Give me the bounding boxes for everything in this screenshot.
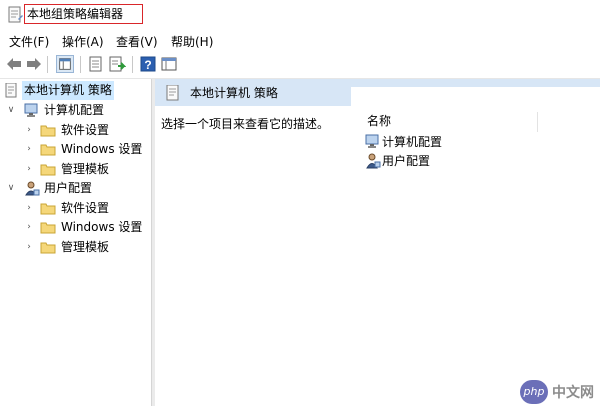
tree-item-label: Windows 设置 — [61, 220, 143, 234]
tree-item-software-settings[interactable]: › 软件设置 — [0, 121, 150, 140]
svg-text:?: ? — [144, 58, 151, 72]
header-background — [351, 87, 371, 106]
extended-view-icon[interactable] — [160, 55, 178, 73]
column-header-label: 名称 — [367, 114, 392, 128]
toolbar-separator — [80, 56, 81, 73]
watermark-text: 中文网 — [552, 385, 594, 401]
detail-header: 本地计算机 策略 — [155, 79, 600, 106]
toolbar: ? — [0, 51, 600, 79]
header-background — [360, 87, 600, 106]
menu-bar: 文件(F) 操作(A) 查看(V) 帮助(H) — [0, 30, 600, 51]
tree-item-label: 管理模板 — [61, 240, 110, 254]
policy-icon — [166, 85, 179, 101]
export-list-icon[interactable] — [87, 55, 105, 73]
chevron-right-icon[interactable]: › — [24, 199, 34, 218]
tree-item-admin-templates[interactable]: › 管理模板 — [0, 160, 150, 179]
list-item-label: 计算机配置 — [382, 135, 443, 149]
chevron-right-icon[interactable]: › — [24, 121, 34, 140]
tree-item-label: 软件设置 — [61, 123, 110, 137]
menu-file[interactable]: 文件(F) — [9, 33, 49, 50]
folder-icon — [40, 222, 56, 234]
chevron-down-icon[interactable]: ∨ — [6, 101, 16, 120]
folder-icon — [40, 242, 56, 254]
menu-help[interactable]: 帮助(H) — [171, 33, 213, 50]
list-item-label: 用户配置 — [382, 154, 431, 168]
watermark-logo: php — [520, 380, 548, 404]
menu-view[interactable]: 查看(V) — [116, 33, 158, 50]
folder-icon — [40, 203, 56, 215]
tree-item-label: Windows 设置 — [61, 142, 143, 156]
user-config-icon — [25, 181, 40, 196]
tree-item-admin-templates[interactable]: › 管理模板 — [0, 238, 150, 257]
policy-icon — [5, 83, 17, 98]
computer-config-icon — [24, 103, 38, 117]
user-config-icon — [366, 153, 381, 169]
folder-icon — [40, 144, 56, 156]
title-bar: 本地组策略编辑器 — [0, 0, 600, 30]
tree-item-user-config[interactable]: ∨ 用户配置 — [0, 179, 150, 198]
list-item-computer-config[interactable]: 计算机配置 — [365, 133, 485, 151]
window-title: 本地组策略编辑器 — [24, 4, 143, 24]
tree-item-label: 用户配置 — [44, 181, 93, 195]
help-icon[interactable]: ? — [139, 55, 157, 73]
folder-icon — [40, 164, 56, 176]
tree-item-label: 管理模板 — [61, 162, 110, 176]
chevron-down-icon[interactable]: ∨ — [6, 179, 16, 198]
menu-action[interactable]: 操作(A) — [62, 33, 104, 50]
folder-icon — [40, 125, 56, 137]
tree-item-windows-settings[interactable]: › Windows 设置 — [0, 140, 150, 159]
forward-icon[interactable] — [25, 55, 43, 73]
description-text: 选择一个项目来查看它的描述。 — [161, 117, 330, 131]
policy-editor-icon — [8, 6, 23, 23]
watermark: php 中文网 — [520, 380, 598, 404]
tree-item-label: 本地计算机 策略 — [22, 81, 114, 100]
chevron-right-icon[interactable]: › — [24, 238, 34, 257]
tree-item-label: 软件设置 — [61, 201, 110, 215]
detail-header-title: 本地计算机 策略 — [190, 86, 278, 100]
properties-icon[interactable] — [108, 55, 126, 73]
show-hide-tree-icon[interactable] — [56, 55, 74, 73]
computer-config-icon — [365, 134, 379, 148]
tree-item-local-computer-policy[interactable]: 本地计算机 策略 — [0, 81, 150, 100]
chevron-right-icon[interactable]: › — [24, 160, 34, 179]
tree-item-computer-config[interactable]: ∨ 计算机配置 — [0, 101, 150, 120]
chevron-right-icon[interactable]: › — [24, 140, 34, 159]
tree-item-label: 计算机配置 — [44, 103, 105, 117]
chevron-right-icon[interactable]: › — [24, 218, 34, 237]
column-header-name[interactable]: 名称 — [367, 112, 538, 132]
detail-pane: 本地计算机 策略 选择一个项目来查看它的描述。 名称 计算机配置 用户配置 — [155, 79, 600, 406]
list-item-user-config[interactable]: 用户配置 — [365, 152, 485, 170]
tree-item-software-settings[interactable]: › 软件设置 — [0, 199, 150, 218]
tree-pane: 本地计算机 策略 ∨ 计算机配置 › 软件设置 › Windows 设置 › 管… — [0, 79, 152, 406]
back-icon[interactable] — [5, 55, 23, 73]
toolbar-separator — [132, 56, 133, 73]
toolbar-separator — [47, 56, 48, 73]
tree-item-windows-settings[interactable]: › Windows 设置 — [0, 218, 150, 237]
